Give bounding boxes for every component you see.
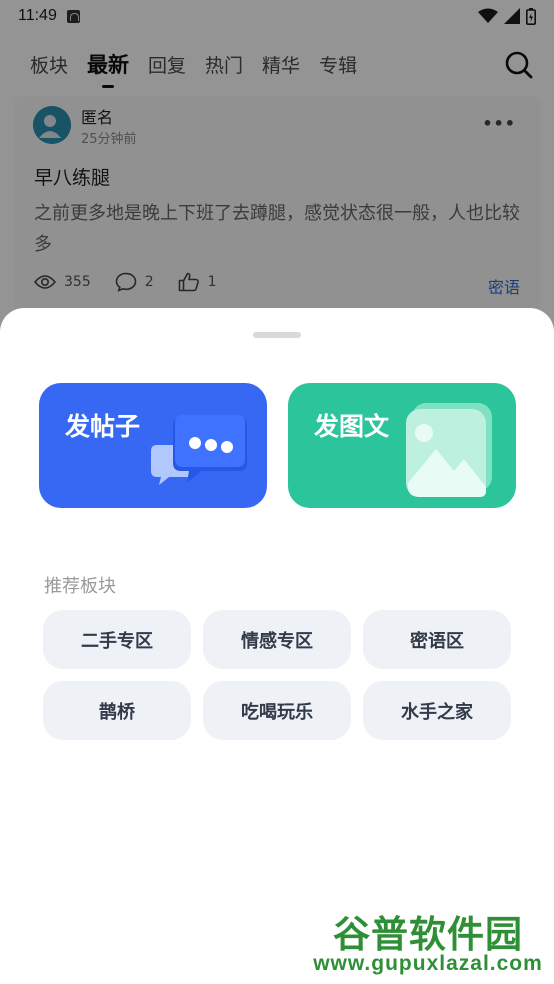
board-chip[interactable]: 鹊桥: [43, 681, 191, 740]
chat-bubbles-icon: [151, 415, 247, 485]
watermark-url: www.gupuxlazal.com: [313, 952, 543, 975]
new-post-label: 发帖子: [65, 412, 141, 441]
sheet-drag-handle[interactable]: [253, 332, 301, 338]
recommended-boards-title: 推荐板块: [44, 576, 116, 597]
watermark-brand: 谷普软件园: [333, 913, 523, 956]
new-post-button[interactable]: 发帖子: [39, 383, 267, 508]
image-icon: [406, 403, 492, 497]
new-image-post-label: 发图文: [314, 412, 390, 441]
new-image-post-button[interactable]: 发图文: [288, 383, 516, 508]
board-chip[interactable]: 吃喝玩乐: [203, 681, 351, 740]
board-chip[interactable]: 密语区: [363, 610, 511, 669]
watermark: 谷普软件园 www.gupuxlazal.com: [304, 896, 552, 980]
board-chip[interactable]: 二手专区: [43, 610, 191, 669]
board-chip[interactable]: 水手之家: [363, 681, 511, 740]
board-chip[interactable]: 情感专区: [203, 610, 351, 669]
create-bottom-sheet: 发帖子 发图文 推荐板块 二手专区 情感专区 密语区 鹊桥 吃喝玩乐 水手之家: [0, 308, 554, 984]
